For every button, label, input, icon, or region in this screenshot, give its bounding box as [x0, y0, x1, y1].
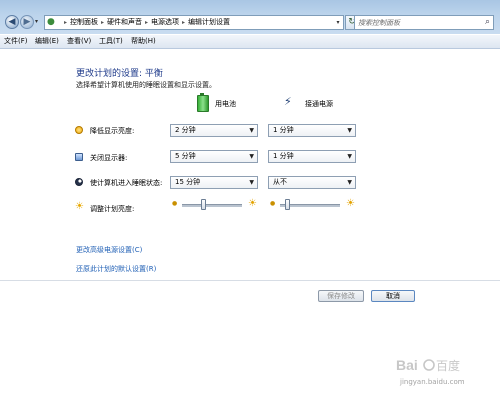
- breadcrumb: ▸ 控制面板 ▸ 硬件和声音 ▸ 电源选项 ▸ 编辑计划设置: [61, 16, 230, 29]
- svg-text:Bai: Bai: [396, 357, 418, 373]
- menu-file[interactable]: 文件(F): [4, 35, 28, 48]
- menu-tools[interactable]: 工具(T): [99, 35, 123, 48]
- select-value: 5 分钟: [175, 152, 196, 160]
- breadcrumb-hardware-sound[interactable]: 硬件和声音: [107, 18, 142, 26]
- sleep-icon: [75, 178, 83, 186]
- back-button[interactable]: ◀: [5, 15, 19, 29]
- chevron-down-icon: ▼: [347, 127, 352, 134]
- power-plug-icon: ⚡: [284, 95, 292, 108]
- address-bar[interactable]: ● ▸ 控制面板 ▸ 硬件和声音 ▸ 电源选项 ▸ 编辑计划设置 ▾: [44, 15, 344, 30]
- monitor-icon: [75, 153, 83, 161]
- forward-button[interactable]: ▶: [20, 15, 34, 29]
- brightness-battery-slider-track[interactable]: [182, 204, 242, 207]
- dim-display-icon: [75, 126, 83, 134]
- brightness-low-icon: ●: [270, 200, 276, 207]
- breadcrumb-edit-plan[interactable]: 编辑计划设置: [188, 18, 230, 26]
- search-box[interactable]: ⌕: [354, 15, 494, 30]
- window-header: ◀ ▶ ▾ ● ▸控制面板▸硬件和声音▸电源选项▸编辑计划设置 ▾ ↻ ⌕: [0, 0, 500, 34]
- page-subtitle: 选择希望计算机使用的睡眠设置和显示设置。: [76, 81, 216, 89]
- watermark-url: jingyan.baidu.com: [400, 378, 465, 386]
- battery-icon: [197, 93, 209, 112]
- address-dropdown-icon[interactable]: ▾: [333, 16, 343, 29]
- brightness-low-icon: ●: [172, 200, 178, 207]
- select-value: 从不: [273, 178, 287, 186]
- brightness-plugged-slider-thumb[interactable]: [284, 199, 290, 210]
- menu-help[interactable]: 帮助(H): [131, 35, 156, 48]
- brightness-icon: ☀: [75, 201, 84, 212]
- breadcrumb-separator-icon: ▸: [101, 19, 105, 26]
- breadcrumb-separator-icon: ▸: [145, 19, 149, 26]
- sleep-plugged-select[interactable]: 从不 ▼: [268, 176, 356, 189]
- column-header-battery: 用电池: [215, 100, 236, 108]
- svg-text:百度: 百度: [436, 358, 460, 373]
- brightness-battery-slider-thumb[interactable]: [200, 199, 206, 210]
- select-value: 15 分钟: [175, 178, 201, 186]
- sleep-battery-select[interactable]: 15 分钟 ▼: [170, 176, 258, 189]
- cancel-button[interactable]: 取消: [371, 290, 415, 302]
- dim-display-label: 降低显示亮度:: [90, 127, 135, 135]
- turn-off-display-plugged-select[interactable]: 1 分钟 ▼: [268, 150, 356, 163]
- chevron-down-icon: ▼: [249, 127, 254, 134]
- search-input[interactable]: [355, 16, 478, 29]
- turn-off-display-label: 关闭显示器:: [90, 154, 128, 162]
- restore-defaults-link[interactable]: 还原此计划的默认设置(R): [76, 264, 156, 274]
- select-value: 1 分钟: [273, 152, 294, 160]
- divider: [0, 280, 500, 281]
- menu-edit[interactable]: 编辑(E): [35, 35, 59, 48]
- select-value: 2 分钟: [175, 126, 196, 134]
- chevron-down-icon: ▼: [249, 153, 254, 160]
- baidu-watermark-logo: Bai 百度: [396, 357, 460, 373]
- control-panel-icon: ●: [47, 17, 55, 27]
- menu-view[interactable]: 查看(V): [67, 35, 91, 48]
- history-dropdown-icon[interactable]: ▾: [35, 18, 38, 25]
- breadcrumb-separator-icon: ▸: [64, 19, 68, 26]
- chevron-down-icon: ▼: [347, 153, 352, 160]
- chevron-down-icon: ▼: [249, 179, 254, 186]
- brightness-high-icon: ☀: [346, 198, 355, 209]
- breadcrumb-control-panel[interactable]: 控制面板: [70, 18, 98, 26]
- breadcrumb-separator-icon: ▸: [182, 19, 186, 26]
- advanced-power-settings-link[interactable]: 更改高级电源设置(C): [76, 245, 142, 255]
- search-icon[interactable]: ⌕: [485, 17, 490, 28]
- dim-display-battery-select[interactable]: 2 分钟 ▼: [170, 124, 258, 137]
- dim-display-plugged-select[interactable]: 1 分钟 ▼: [268, 124, 356, 137]
- brightness-label: 调整计划亮度:: [90, 205, 135, 213]
- breadcrumb-power-options[interactable]: 电源选项: [151, 18, 179, 26]
- sleep-label: 使计算机进入睡眠状态:: [90, 179, 163, 187]
- turn-off-display-battery-select[interactable]: 5 分钟 ▼: [170, 150, 258, 163]
- select-value: 1 分钟: [273, 126, 294, 134]
- brightness-high-icon: ☀: [248, 198, 257, 209]
- menu-bar: 文件(F) 编辑(E) 查看(V) 工具(T) 帮助(H): [0, 35, 500, 49]
- chevron-down-icon: ▼: [347, 179, 352, 186]
- page-title: 更改计划的设置: 平衡: [76, 69, 163, 79]
- save-changes-button[interactable]: 保存修改: [318, 290, 364, 302]
- column-header-plugged-in: 接通电源: [305, 100, 333, 108]
